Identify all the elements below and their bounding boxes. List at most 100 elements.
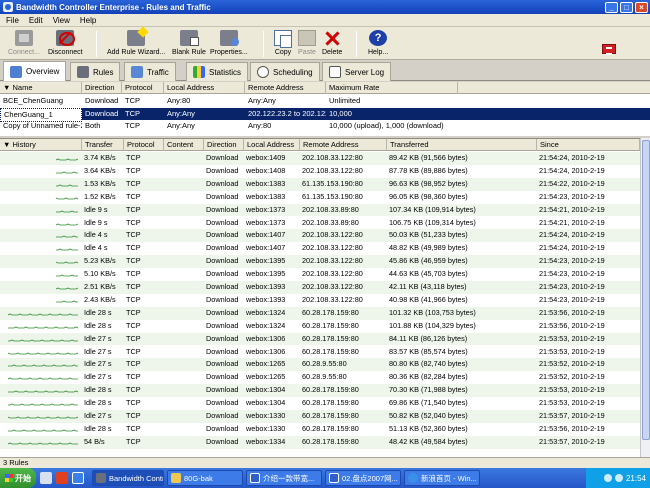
rule-row[interactable]: Copy of Unnamed rule-2 Both TCP Any:Any Any:… bbox=[0, 120, 650, 132]
delete-button[interactable]: Delete bbox=[322, 30, 342, 56]
tab-rules[interactable]: Rules bbox=[70, 62, 121, 81]
taskbar-item-doc1[interactable]: 介绍一款带宽... bbox=[246, 470, 322, 486]
traffic-row[interactable]: Idle 28 s TCP Download webox:1304 60.28.178.… bbox=[0, 384, 640, 398]
col-direction[interactable]: Direction bbox=[204, 139, 244, 151]
traffic-cell: webox:1324 bbox=[246, 320, 286, 330]
traffic-cell: 83.57 KB (85,574 bytes) bbox=[389, 346, 468, 356]
menu-view[interactable]: View bbox=[53, 16, 70, 25]
traffic-row[interactable]: Idle 28 s TCP Download webox:1324 60.28.178.… bbox=[0, 306, 640, 320]
traffic-cell: 60.28.178.159:80 bbox=[302, 333, 359, 343]
col-content[interactable]: Content bbox=[164, 139, 204, 151]
menu-edit[interactable]: Edit bbox=[29, 16, 43, 25]
traffic-cell: webox:1409 bbox=[246, 153, 286, 162]
col-name[interactable]: ▼ Name bbox=[0, 82, 82, 94]
scrollbar-thumb[interactable] bbox=[642, 140, 650, 440]
traffic-cell: 2.43 KB/s bbox=[84, 294, 116, 304]
disconnect-icon bbox=[56, 30, 76, 46]
traffic-row[interactable]: Idle 27 s TCP Download webox:1306 60.28.178.… bbox=[0, 346, 640, 359]
traffic-row[interactable]: 54 B/s TCP Download webox:1334 60.28.178.159… bbox=[0, 435, 640, 449]
folder-icon bbox=[171, 473, 181, 483]
traffic-cell: 21:53:53, 2010-2-19 bbox=[539, 346, 605, 356]
taskbar-item-browser[interactable]: 新浪首页 - Win... bbox=[404, 470, 480, 486]
status-text: 3 Rules bbox=[3, 458, 29, 467]
quicklaunch-app-icon[interactable] bbox=[56, 472, 68, 484]
traffic-scrollbar[interactable] bbox=[640, 138, 650, 457]
traffic-row[interactable]: 3.64 KB/s TCP Download webox:1408 202.108.33… bbox=[0, 165, 640, 178]
blank-rule-button[interactable]: Blank Rule bbox=[172, 30, 206, 56]
col-remote-address[interactable]: Remote Address bbox=[300, 139, 387, 151]
traffic-row[interactable]: Idle 4 s TCP Download webox:1407 202.108.33.… bbox=[0, 242, 640, 255]
traffic-row[interactable]: 1.53 KB/s TCP Download webox:1383 61.135.153… bbox=[0, 177, 640, 191]
traffic-cell: 1.52 KB/s bbox=[84, 191, 116, 201]
col-direction[interactable]: Direction bbox=[82, 82, 122, 94]
traffic-row[interactable]: Idle 9 s TCP Download webox:1373 202.108.33.… bbox=[0, 203, 640, 217]
rule-row[interactable]: BCE_ChenGuang Download TCP Any:80 Any:Any Unl… bbox=[0, 95, 650, 107]
traffic-cell: 45.86 KB (46,959 bytes) bbox=[389, 256, 468, 266]
tab-statistics[interactable]: Statistics bbox=[186, 62, 249, 81]
taskbar-item-doc2[interactable]: 02.盘点2007网... bbox=[325, 470, 401, 486]
traffic-row[interactable]: Idle 27 s TCP Download webox:1265 60.28.9.55… bbox=[0, 371, 640, 384]
maximize-button[interactable]: □ bbox=[620, 1, 633, 13]
traffic-cell: Download bbox=[206, 230, 239, 240]
menu-file[interactable]: File bbox=[6, 16, 19, 25]
col-since[interactable]: Since bbox=[537, 139, 640, 151]
col-transfer-rate[interactable]: Transfer Rate bbox=[82, 139, 124, 161]
speaker-icon[interactable] bbox=[602, 44, 616, 55]
traffic-row[interactable]: 2.51 KB/s TCP Download webox:1393 202.108.33… bbox=[0, 281, 640, 294]
taskbar-item-folder[interactable]: 80G-bak bbox=[167, 470, 243, 486]
tray-icon[interactable] bbox=[614, 474, 623, 482]
minimize-button[interactable]: _ bbox=[605, 1, 618, 13]
traffic-row[interactable]: Idle 27 s TCP Download webox:1265 60.28.9.55… bbox=[0, 358, 640, 372]
traffic-cell: Idle 9 s bbox=[84, 204, 108, 214]
col-maximum-rate[interactable]: Maximum Rate bbox=[326, 82, 458, 94]
traffic-row[interactable]: 1.52 KB/s TCP Download webox:1383 61.135.153… bbox=[0, 191, 640, 204]
menu-help[interactable]: Help bbox=[80, 16, 96, 25]
traffic-cell: 101.88 KB (104,329 bytes) bbox=[389, 320, 476, 330]
sparkline-path bbox=[8, 364, 78, 367]
col-remote-address[interactable]: Remote Address bbox=[245, 82, 326, 94]
rule-row[interactable]: ChenGuang_1 Download TCP Any:Any 202.122.23.… bbox=[0, 107, 650, 122]
col-transferred[interactable]: Transferred bbox=[387, 139, 537, 151]
paste-button[interactable]: Paste bbox=[298, 30, 316, 56]
traffic-row[interactable]: 5.10 KB/s TCP Download webox:1395 202.108.33… bbox=[0, 268, 640, 281]
sparkline-path bbox=[8, 429, 78, 432]
help-button[interactable]: ? Help... bbox=[368, 30, 388, 56]
traffic-row[interactable]: 2.43 KB/s TCP Download webox:1393 202.108.33… bbox=[0, 294, 640, 307]
traffic-row[interactable]: Idle 27 s TCP Download webox:1306 60.28.178.… bbox=[0, 332, 640, 346]
traffic-row[interactable]: Idle 9 s TCP Download webox:1373 202.108.33.… bbox=[0, 217, 640, 230]
traffic-row[interactable]: 3.74 KB/s TCP Download webox:1409 202.108.33… bbox=[0, 152, 640, 165]
copy-button[interactable]: Copy bbox=[274, 30, 292, 56]
col-protocol[interactable]: Protocol bbox=[124, 139, 164, 151]
col-local-address[interactable]: Local Address bbox=[164, 82, 245, 94]
col-history[interactable]: ▼ History bbox=[0, 139, 82, 151]
tab-scheduling[interactable]: Scheduling bbox=[250, 62, 320, 81]
tab-traffic[interactable]: Traffic bbox=[124, 62, 176, 81]
traffic-row[interactable]: Idle 4 s TCP Download webox:1407 202.108.33.… bbox=[0, 229, 640, 243]
traffic-cell: 106.75 KB (109,314 bytes) bbox=[389, 217, 476, 227]
col-local-address[interactable]: Local Address bbox=[244, 139, 300, 151]
tab-overview[interactable]: Overview bbox=[3, 61, 67, 81]
traffic-row[interactable]: Idle 28 s TCP Download webox:1330 60.28.178.… bbox=[0, 423, 640, 436]
disconnect-button[interactable]: Disconnect bbox=[48, 30, 83, 56]
connect-button[interactable]: Connect... bbox=[8, 30, 40, 56]
traffic-row[interactable]: Idle 28 s TCP Download webox:1304 60.28.178.… bbox=[0, 397, 640, 410]
traffic-row[interactable]: Idle 28 s TCP Download webox:1324 60.28.178.… bbox=[0, 320, 640, 333]
taskbar-item-bandwidth[interactable]: Bandwidth Contr... bbox=[92, 470, 164, 486]
properties-icon bbox=[219, 30, 239, 46]
tray-icon[interactable] bbox=[603, 474, 612, 482]
col-protocol[interactable]: Protocol bbox=[122, 82, 164, 94]
traffic-cell: 51.13 KB (52,360 bytes) bbox=[389, 423, 468, 433]
quicklaunch-browser-icon[interactable] bbox=[72, 472, 84, 484]
traffic-row[interactable]: 5.23 KB/s TCP Download webox:1395 202.108.33… bbox=[0, 255, 640, 269]
quicklaunch-desktop-icon[interactable] bbox=[40, 472, 52, 484]
close-button[interactable]: × bbox=[635, 1, 648, 13]
tab-server-log[interactable]: Server Log bbox=[322, 62, 392, 81]
traffic-row[interactable]: Idle 27 s TCP Download webox:1330 60.28.178.… bbox=[0, 410, 640, 423]
properties-button[interactable]: Properties... bbox=[210, 30, 248, 56]
traffic-cell: 21:54:22, 2010-2-19 bbox=[539, 178, 605, 188]
start-button[interactable]: 开始 bbox=[0, 468, 36, 488]
system-tray: 21:54 bbox=[586, 468, 650, 488]
traffic-cell: TCP bbox=[126, 320, 141, 330]
add-rule-wizard-button[interactable]: Add Rule Wizard... bbox=[107, 30, 165, 56]
status-bar: 3 Rules bbox=[0, 457, 650, 468]
